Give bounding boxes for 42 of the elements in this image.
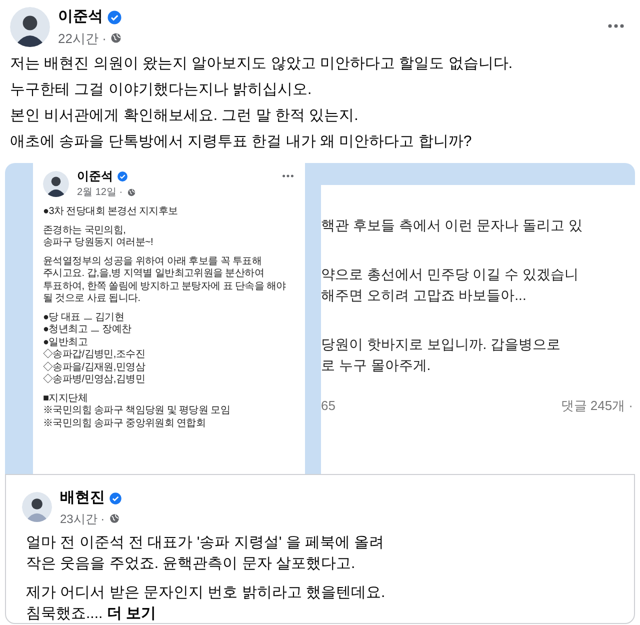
post-text: 얼마 전 이준석 전 대표가 '송파 지령설' 을 페북에 올려 작은 웃음을 주었죠. 윤핵관측이 문자 살포했다고. (26, 532, 386, 574)
post-time[interactable]: 23시간 · (60, 510, 105, 528)
author-name[interactable]: 배현진 (60, 487, 105, 510)
post-text: 제가 어디서 받은 문자인지 번호 밝히라고 했을텐데요. 침묵했죠.... 더 보기 (26, 582, 386, 624)
post-text: 윤석열정부의 성공을 위하여 아래 후보를 꼭 투표해 (43, 256, 263, 268)
globe-icon (110, 32, 122, 44)
post-text: 애초에 송파을 단톡방에서 지령투표 한걸 내가 왜 미안하다고 합니까? (10, 132, 473, 151)
reaction-count: 65 (321, 397, 336, 415)
post-text: 핵관 후보들 측에서 이런 문자나 돌리고 있 (321, 216, 584, 235)
globe-icon (126, 188, 136, 197)
see-more-link[interactable]: 더 보기 (106, 604, 156, 622)
avatar-icon[interactable] (10, 7, 50, 47)
author-name[interactable]: 이준석 (58, 6, 103, 28)
post-text: 저는 배현진 의원이 왔는지 알아보지도 않았고 미안하다고 할일도 없습니다. (10, 54, 514, 73)
globe-icon (108, 513, 120, 524)
post-text: ●3차 전당대회 본경선 지지후보 (43, 206, 179, 218)
post-text: 주시고요. 갑,을,병 지역별 일반최고위원을 분산하여 (43, 268, 266, 280)
post-text: 존경하는 국민의힘, (43, 224, 127, 237)
post-text: ●청년최고 ㅡ 장예찬 (43, 324, 132, 336)
post-text: ●일반최고 (43, 336, 89, 349)
post-text: 로 누구 몰아주게. (321, 356, 432, 375)
post-text: 될 것으로 사료 됩니다. (43, 293, 142, 306)
post-time[interactable]: 22시간 · (58, 28, 106, 48)
post-text: ●당 대표 ㅡ 김기현 (43, 312, 126, 324)
post-text: 해주면 오히려 고맙죠 바보들아... (321, 286, 528, 305)
avatar-icon[interactable] (43, 170, 69, 196)
post-text: ※국민의힘 송파구 책임당원 및 평당원 모임 (43, 405, 231, 418)
comment-count: 댓글 245개 · (560, 397, 633, 415)
post-text: ◇송파갑/김병민,조수진 (43, 349, 146, 362)
post-text: 본인 비서관에게 확인해보세요. 그런 말 한적 있는지. (10, 106, 360, 125)
post-text: ◇송파병/민영삼,김병민 (43, 374, 146, 386)
author-name[interactable]: 이준석 (77, 167, 113, 185)
avatar-icon[interactable] (22, 492, 52, 522)
post-text: ※국민의힘 송파구 중앙위원회 연합회 (43, 418, 207, 430)
post-text: 당원이 핫바지로 보입니까. 갑을병으로 (321, 335, 562, 354)
post-text: 송파구 당원동지 여러분~! (43, 237, 154, 250)
post-text: 투표하여, 한쪽 쏠림에 방지하고 분탕자에 표 단속을 해야 (43, 280, 287, 293)
post-text: 약으로 총선에서 민주당 이길 수 있겠습니 (321, 265, 580, 284)
post-text: ◇송파을/김재원,민영삼 (43, 362, 146, 374)
post-text: ■지지단체 (43, 392, 89, 405)
post-time[interactable]: 2월 12일 · (77, 185, 123, 200)
post-text: 누구한테 그걸 이야기했다는지나 밝히십시오. (10, 80, 313, 99)
